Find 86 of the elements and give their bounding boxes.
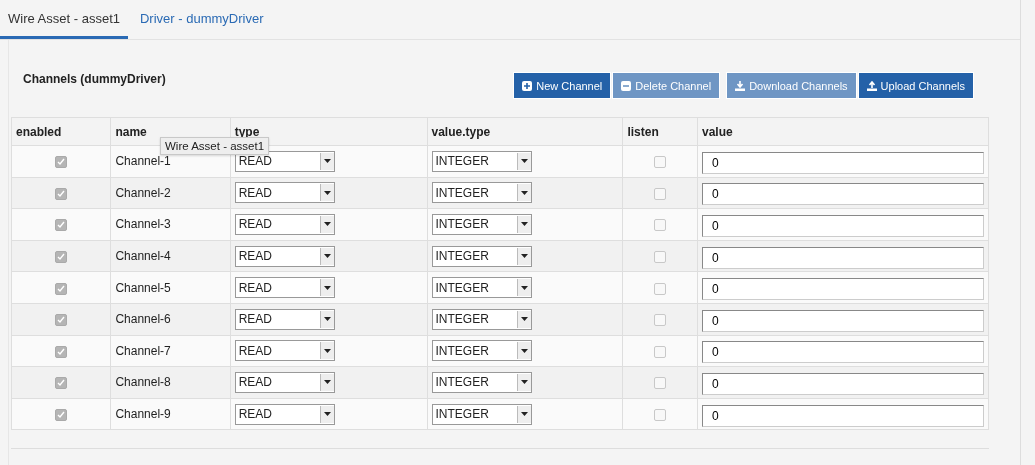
listen-checkbox[interactable]: [654, 345, 667, 358]
value-type-select[interactable]: INTEGER: [431, 182, 532, 204]
caret-icon: [520, 317, 528, 322]
channel-name: Channel-5: [115, 280, 171, 295]
enabled-checkbox[interactable]: [55, 187, 68, 200]
toolbar-button[interactable]: New Channel: [513, 72, 612, 99]
channel-name: Channel-7: [115, 343, 171, 358]
enabled-checkbox[interactable]: [55, 156, 68, 169]
listen-checkbox[interactable]: [654, 156, 667, 169]
value-type-select[interactable]: INTEGER: [431, 371, 532, 393]
caret-icon: [323, 348, 331, 353]
caret-icon: [520, 412, 528, 417]
column-header: listen: [622, 117, 698, 146]
enabled-checkbox[interactable]: [55, 219, 68, 232]
type-select[interactable]: READ: [234, 403, 335, 425]
enabled-checkbox[interactable]: [55, 282, 68, 295]
type-select[interactable]: READ: [234, 277, 335, 299]
tooltip: Wire Asset - asset1: [160, 137, 270, 155]
upload-icon: [866, 80, 877, 91]
caret-icon: [323, 159, 331, 164]
caret-icon: [323, 285, 331, 290]
enabled-checkbox[interactable]: [55, 314, 68, 327]
caret-icon: [520, 348, 528, 353]
value-field[interactable]: 0: [702, 246, 984, 269]
value-type-select[interactable]: INTEGER: [431, 214, 532, 235]
download-icon: [735, 80, 746, 91]
value-field[interactable]: 0: [702, 404, 984, 427]
value-type-select[interactable]: INTEGER: [431, 340, 532, 362]
caret-icon: [323, 317, 331, 322]
value-type-select[interactable]: INTEGER: [431, 403, 532, 425]
value-field[interactable]: 0: [702, 278, 984, 301]
listen-checkbox[interactable]: [654, 187, 667, 200]
channel-name: Channel-1: [115, 154, 171, 169]
caret-icon: [323, 412, 331, 417]
caret-icon: [520, 190, 528, 195]
channel-name: Channel-8: [115, 375, 171, 390]
value-type-select[interactable]: INTEGER: [431, 245, 532, 267]
type-select[interactable]: READ: [234, 182, 335, 204]
value-type-select[interactable]: INTEGER: [431, 308, 532, 330]
caret-icon: [520, 285, 528, 290]
listen-checkbox[interactable]: [654, 250, 667, 263]
channel-name: Channel-9: [115, 407, 171, 422]
column-header: value: [697, 117, 989, 146]
caret-icon: [520, 159, 528, 164]
enabled-checkbox[interactable]: [55, 250, 68, 263]
listen-checkbox[interactable]: [654, 314, 667, 327]
value-field[interactable]: 0: [702, 309, 984, 332]
listen-checkbox[interactable]: [654, 377, 667, 390]
type-select[interactable]: READ: [234, 308, 335, 330]
column-header: enabled: [11, 117, 111, 146]
value-type-select[interactable]: INTEGER: [431, 150, 532, 172]
enabled-checkbox[interactable]: [55, 345, 68, 358]
tab[interactable]: Wire Asset - asset1: [0, 0, 128, 39]
type-select[interactable]: READ: [234, 214, 335, 235]
enabled-checkbox[interactable]: [55, 377, 68, 390]
caret-icon: [520, 380, 528, 385]
caret-icon: [323, 254, 331, 259]
caret-icon: [520, 254, 528, 259]
channel-name: Channel-3: [115, 217, 171, 232]
listen-checkbox[interactable]: [654, 408, 667, 421]
listen-checkbox[interactable]: [654, 219, 667, 232]
value-type-select[interactable]: INTEGER: [431, 277, 532, 299]
caret-icon: [323, 222, 331, 227]
column-header: value.type: [427, 117, 623, 146]
value-field[interactable]: 0: [702, 183, 984, 206]
channel-name: Channel-4: [115, 249, 171, 264]
type-select[interactable]: READ: [234, 340, 335, 362]
value-field[interactable]: 0: [702, 341, 984, 364]
type-select[interactable]: READ: [234, 371, 335, 393]
caret-icon: [323, 190, 331, 195]
channel-name: Channel-6: [115, 312, 171, 327]
value-field[interactable]: 0: [702, 372, 984, 395]
plus-icon: [522, 80, 533, 91]
listen-checkbox[interactable]: [654, 282, 667, 295]
toolbar-button[interactable]: Upload Channels: [857, 72, 974, 99]
minus-icon: [621, 80, 632, 91]
type-select[interactable]: READ: [234, 150, 335, 172]
panel-title: Channels (dummyDriver): [23, 72, 166, 86]
value-field[interactable]: 0: [702, 215, 984, 237]
caret-icon: [323, 380, 331, 385]
enabled-checkbox[interactable]: [55, 408, 68, 421]
caret-icon: [520, 222, 528, 227]
type-select[interactable]: READ: [234, 245, 335, 267]
tab[interactable]: Driver - dummyDriver: [132, 0, 272, 39]
channel-name: Channel-2: [115, 185, 171, 200]
value-field[interactable]: 0: [702, 151, 984, 174]
